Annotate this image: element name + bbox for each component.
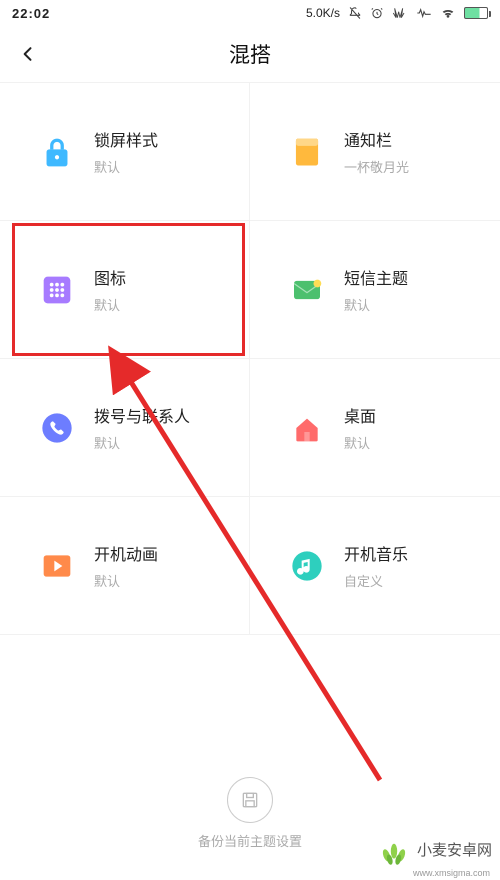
cell-notification[interactable]: 通知栏 一杯敬月光 <box>250 83 500 221</box>
cell-sub: 默认 <box>344 295 408 314</box>
back-icon[interactable] <box>18 44 38 64</box>
cell-icons[interactable]: 图标 默认 <box>0 221 250 359</box>
wifi-icon <box>440 7 456 19</box>
status-netspeed: 5.0K/s <box>306 6 340 20</box>
cell-sms[interactable]: 短信主题 默认 <box>250 221 500 359</box>
battery-icon <box>464 7 488 19</box>
cell-sub: 默认 <box>94 295 126 314</box>
cell-boot-animation[interactable]: 开机动画 默认 <box>0 497 250 635</box>
backup-label: 备份当前主题设置 <box>198 831 302 850</box>
mix-match-grid: 锁屏样式 默认 通知栏 一杯敬月光 图标 默认 短信主题 默认 <box>0 82 500 635</box>
statusbar: 22:02 5.0K/s <box>0 0 500 26</box>
wheat-logo-icon <box>377 832 411 866</box>
lock-icon <box>40 135 74 169</box>
cell-label: 开机动画 <box>94 541 158 565</box>
heartbeat-icon <box>416 7 432 19</box>
phone-icon <box>40 411 74 445</box>
backup-theme-button[interactable]: 备份当前主题设置 <box>198 777 302 850</box>
alarm-icon <box>370 6 384 20</box>
titlebar: 混搭 <box>0 26 500 82</box>
watermark-url: www.xmsigma.com <box>413 868 490 878</box>
status-time: 22:02 <box>12 6 50 21</box>
watermark-text: 小麦安卓网 <box>417 839 492 860</box>
cell-label: 开机音乐 <box>344 541 408 565</box>
notification-bar-icon <box>290 135 324 169</box>
cell-boot-sound[interactable]: 开机音乐 自定义 <box>250 497 500 635</box>
cell-dialer-contacts[interactable]: 拨号与联系人 默认 <box>0 359 250 497</box>
cell-desktop[interactable]: 桌面 默认 <box>250 359 500 497</box>
cell-label: 短信主题 <box>344 265 408 289</box>
cell-sub: 默认 <box>94 571 158 590</box>
mute-icon <box>348 6 362 20</box>
page-title: 混搭 <box>229 39 271 69</box>
home-icon <box>290 411 324 445</box>
music-note-icon <box>290 549 324 583</box>
play-icon <box>40 549 74 583</box>
cell-sub: 默认 <box>344 433 376 452</box>
cell-label: 图标 <box>94 265 126 289</box>
cell-label: 桌面 <box>344 403 376 427</box>
signal-icon <box>392 7 408 19</box>
cell-lockscreen[interactable]: 锁屏样式 默认 <box>0 83 250 221</box>
watermark: 小麦安卓网 www.xmsigma.com <box>377 832 492 866</box>
cell-sub: 自定义 <box>344 571 408 590</box>
status-right: 5.0K/s <box>306 6 488 20</box>
cell-label: 锁屏样式 <box>94 127 158 151</box>
envelope-icon <box>290 273 324 307</box>
cell-sub: 一杯敬月光 <box>344 157 409 176</box>
cell-label: 拨号与联系人 <box>94 403 190 427</box>
save-icon <box>227 777 273 823</box>
cell-sub: 默认 <box>94 157 158 176</box>
apps-grid-icon <box>40 273 74 307</box>
cell-label: 通知栏 <box>344 127 409 151</box>
cell-sub: 默认 <box>94 433 190 452</box>
